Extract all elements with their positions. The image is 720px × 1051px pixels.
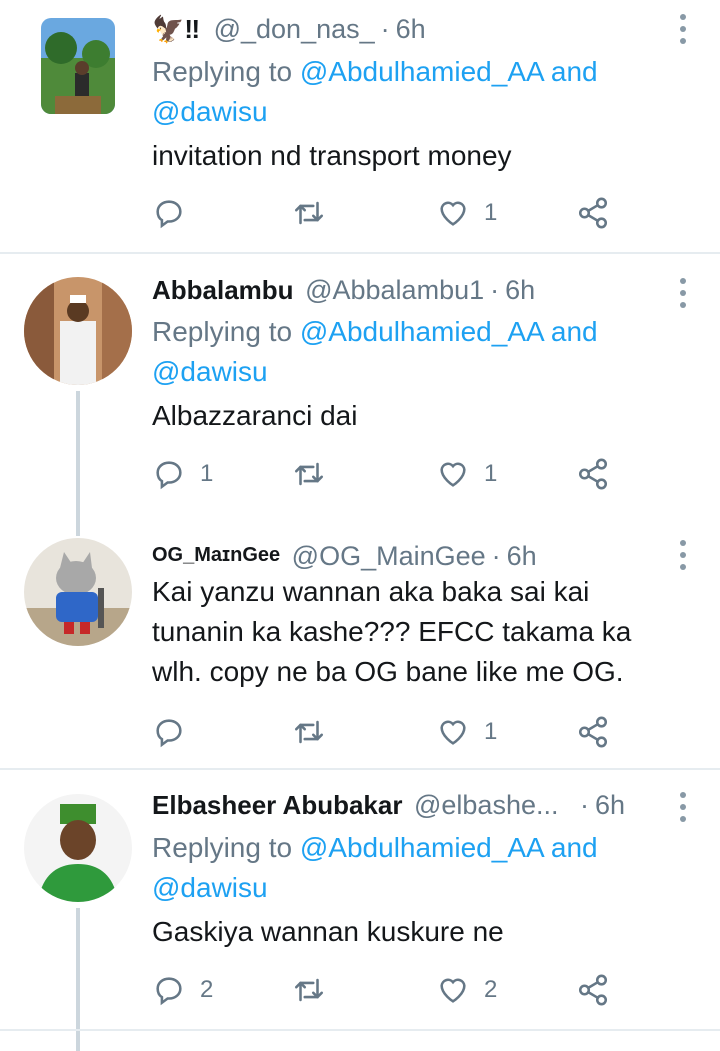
separator-dot: · [580, 790, 589, 820]
reply-button[interactable]: 1 [152, 454, 213, 494]
avatar[interactable] [24, 538, 132, 646]
timestamp[interactable]: 6h [595, 790, 625, 820]
retweet-button[interactable] [292, 970, 340, 1010]
separator-dot: · [380, 14, 390, 44]
handle[interactable]: @elbashe... [414, 790, 559, 820]
like-button[interactable]: 2 [436, 970, 497, 1010]
tweet-actions: 1 [152, 712, 632, 752]
reply-count: 1 [200, 460, 214, 487]
retweet-icon [294, 201, 324, 225]
tweet-header: Elbasheer Abubakar @elbashe... · 6h [152, 788, 625, 822]
share-button[interactable] [576, 712, 610, 752]
display-name[interactable]: Elbasheer Abubakar [152, 790, 402, 820]
thread-line [76, 516, 80, 536]
tweet-text: invitation nd transport money [152, 140, 512, 171]
tweet-actions: 1 [152, 193, 632, 233]
tweet-header: OG_MaɪnGee @OG_MainGee · 6h [152, 538, 537, 573]
mention-link[interactable]: @Abdulhamied_AA [300, 832, 543, 863]
tweet-don-nas[interactable]: 🦅‼ @_don_nas_ · 6h Replying to @Abdulhamie… [0, 0, 720, 252]
avatar[interactable] [24, 794, 132, 902]
like-count: 1 [484, 460, 498, 487]
timestamp[interactable]: 6h [505, 275, 535, 305]
retweet-icon [294, 720, 324, 744]
share-button[interactable] [576, 454, 610, 494]
retweet-button[interactable] [292, 712, 340, 752]
more-options-icon[interactable] [680, 278, 688, 308]
handle[interactable]: @_don_nas_ [214, 14, 375, 44]
separator-dot: · [491, 541, 501, 571]
mention-link[interactable]: @Abdulhamied_AA [300, 56, 543, 87]
replying-to: Replying to @Abdulhamied_AA and @dawisu [152, 316, 598, 387]
like-count: 1 [484, 718, 498, 745]
share-button[interactable] [576, 193, 610, 233]
avatar[interactable] [41, 18, 115, 114]
replying-to: Replying to @Abdulhamied_AA and @dawisu [152, 832, 598, 903]
like-count: 1 [484, 199, 498, 226]
display-name[interactable]: OG_MaɪnGee [152, 544, 280, 566]
retweet-icon [294, 462, 324, 486]
heart-icon [440, 201, 466, 226]
tweet-header: Abbalambu @Abbalambu1 · 6h [152, 273, 535, 307]
tweet-header: 🦅‼ @_don_nas_ · 6h [152, 12, 426, 46]
tweet-og-maingee[interactable]: OG_MaɪnGee @OG_MainGee · 6h Kai yanzu wann… [0, 516, 720, 768]
handle[interactable]: @OG_MainGee [292, 541, 486, 571]
retweet-button[interactable] [292, 193, 340, 233]
reply-count: 2 [200, 976, 214, 1003]
reply-button[interactable] [152, 193, 200, 233]
share-icon [578, 197, 608, 229]
reply-icon [156, 719, 182, 748]
heart-icon [440, 720, 466, 745]
more-options-icon[interactable] [680, 14, 688, 44]
reply-button[interactable] [152, 712, 200, 752]
divider [0, 1029, 720, 1031]
reply-button[interactable]: 2 [152, 970, 213, 1010]
mention-link[interactable]: @dawisu [152, 96, 268, 127]
thread-line [76, 391, 80, 516]
tweet-text: Albazzaranci dai [152, 400, 358, 431]
like-button[interactable]: 1 [436, 193, 497, 233]
separator-dot: · [490, 275, 500, 305]
more-options-icon[interactable] [680, 540, 688, 570]
tweet-actions: 1 1 [152, 454, 632, 494]
replying-to: Replying to @Abdulhamied_AA and @dawisu [152, 56, 598, 127]
tweet-actions: 2 2 [152, 970, 632, 1010]
reply-icon [156, 461, 182, 490]
share-button[interactable] [576, 970, 610, 1010]
share-icon [578, 716, 608, 748]
like-button[interactable]: 1 [436, 712, 497, 752]
share-icon [578, 458, 608, 490]
timestamp[interactable]: 6h [396, 14, 426, 44]
share-icon [578, 974, 608, 1006]
heart-icon [440, 462, 466, 487]
retweet-icon [294, 978, 324, 1002]
mention-link[interactable]: @Abdulhamied_AA [300, 316, 543, 347]
tweet-text: Gaskiya wannan kuskure ne [152, 916, 504, 947]
mention-link[interactable]: @dawisu [152, 872, 268, 903]
more-options-icon[interactable] [680, 792, 688, 822]
like-count: 2 [484, 976, 498, 1003]
tweet-abbalambu[interactable]: Abbalambu @Abbalambu1 · 6h Replying to @Ab… [0, 254, 720, 516]
reply-icon [156, 200, 182, 229]
tweet-elbasheer[interactable]: Elbasheer Abubakar @elbashe... · 6h Reply… [0, 770, 720, 1051]
reply-icon [156, 977, 182, 1006]
handle[interactable]: @Abbalambu1 [305, 275, 484, 305]
display-name[interactable]: 🦅‼ [152, 14, 200, 44]
heart-icon [440, 978, 466, 1003]
like-button[interactable]: 1 [436, 454, 497, 494]
tweet-text: Kai yanzu wannan aka baka sai kai tunani… [152, 576, 632, 687]
avatar[interactable] [24, 277, 132, 385]
display-name[interactable]: Abbalambu [152, 275, 294, 305]
timestamp[interactable]: 6h [507, 541, 537, 571]
mention-link[interactable]: @dawisu [152, 356, 268, 387]
retweet-button[interactable] [292, 454, 340, 494]
